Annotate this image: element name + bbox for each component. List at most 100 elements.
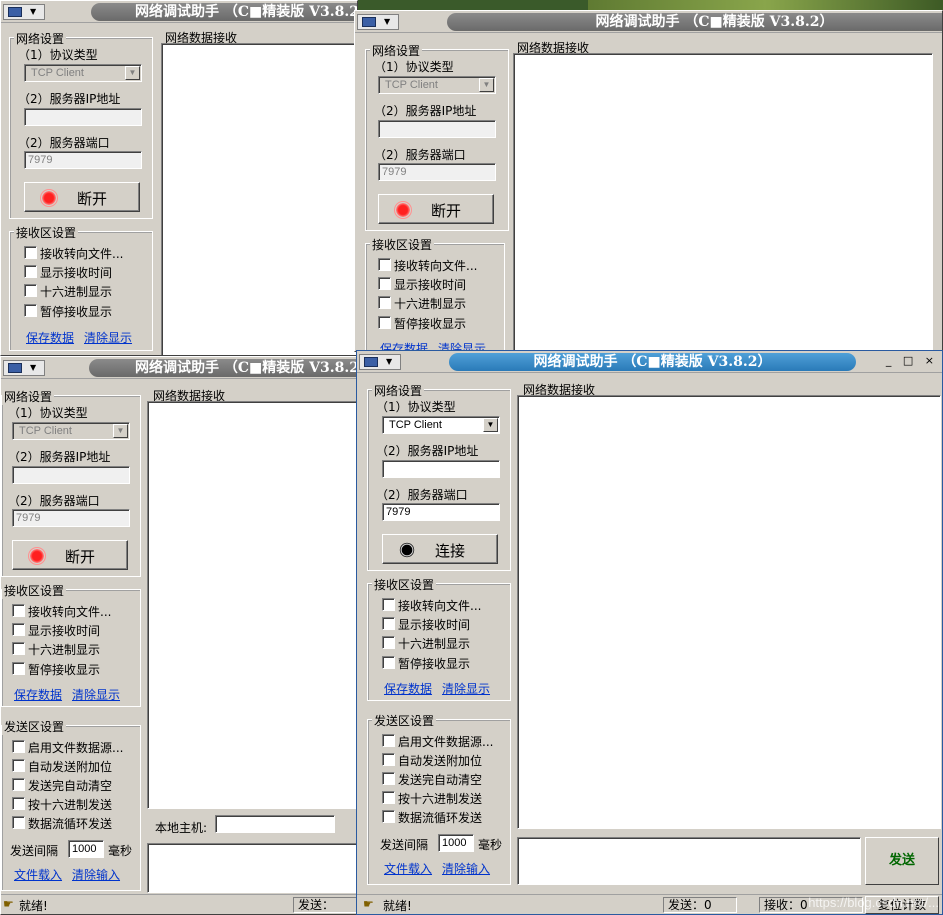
chevron-down-icon: ▼	[384, 17, 391, 26]
checkbox[interactable]	[24, 265, 37, 278]
option-label: 暂停接收显示	[28, 663, 101, 677]
checkbox[interactable]	[382, 636, 395, 649]
protocol-select[interactable]: TCP Client ▼	[12, 422, 130, 440]
window-controls[interactable]: _ □ ×	[886, 354, 938, 367]
option-label: 接收转向文件...	[398, 599, 482, 613]
checkbox[interactable]	[382, 810, 395, 823]
checkbox[interactable]	[24, 246, 37, 259]
net-settings-group: 网络设置 （1）协议类型 TCP Client ▼ （2）服务器IP地址 （2）服…	[365, 42, 509, 231]
protocol-select[interactable]: TCP Client ▼	[378, 76, 496, 94]
computer-icon	[8, 7, 22, 17]
ip-label: （2）服务器IP地址	[18, 92, 121, 106]
save-data-link[interactable]: 保存数据	[384, 680, 432, 697]
clear-display-link[interactable]: 清除显示	[72, 686, 120, 703]
checkbox[interactable]	[378, 296, 391, 309]
clear-display-link[interactable]: 清除显示	[442, 680, 490, 697]
checkbox[interactable]	[382, 656, 395, 669]
port-field[interactable]: 7979	[378, 163, 496, 181]
protocol-label: （1）协议类型	[8, 406, 88, 420]
disconnect-button[interactable]: 断开	[24, 182, 140, 212]
disconnect-button[interactable]: 断开	[12, 540, 128, 570]
local-host-field[interactable]	[215, 815, 335, 833]
system-menu-button[interactable]: ▼	[357, 14, 399, 30]
checkbox[interactable]	[382, 598, 395, 611]
port-label: （2）服务器端口	[376, 488, 468, 502]
port-field[interactable]: 7979	[24, 151, 142, 169]
recv-area[interactable]	[161, 43, 357, 355]
checkbox[interactable]	[12, 662, 25, 675]
group-title: 接收区设置	[14, 224, 79, 241]
chevron-down-icon[interactable]: ▼	[125, 66, 140, 80]
checkbox[interactable]	[24, 284, 37, 297]
send-button[interactable]: 发送	[865, 837, 939, 885]
titlebar[interactable]: ▼ 网络调试助手 （C■精装版 V3.8.2）	[1, 357, 359, 379]
send-area[interactable]	[517, 837, 861, 885]
radio-led-icon	[399, 542, 415, 558]
ip-field[interactable]	[382, 460, 500, 478]
clear-input-link[interactable]: 清除输入	[72, 866, 120, 883]
option-label: 十六进制显示	[40, 285, 113, 299]
checkbox[interactable]	[12, 759, 25, 772]
load-file-link[interactable]: 文件载入	[14, 866, 62, 883]
checkbox[interactable]	[378, 316, 391, 329]
checkbox[interactable]	[382, 772, 395, 785]
checkbox[interactable]	[378, 277, 391, 290]
group-title: 接收区设置	[2, 582, 67, 599]
ip-field[interactable]	[12, 466, 130, 484]
checkbox[interactable]	[12, 740, 25, 753]
button-label: 连接	[435, 542, 466, 560]
group-title: 网络设置	[14, 30, 67, 47]
disconnect-button[interactable]: 断开	[378, 194, 494, 224]
port-field[interactable]: 7979	[12, 509, 130, 527]
checkbox[interactable]	[12, 816, 25, 829]
checkbox[interactable]	[12, 797, 25, 810]
titlebar[interactable]: ▼ 网络调试助手 （C■精装版 V3.8.2） _ □ ×	[357, 351, 942, 373]
save-data-link[interactable]: 保存数据	[26, 329, 74, 346]
option-label: 发送完自动清空	[398, 773, 483, 787]
option-label: 十六进制显示	[394, 297, 467, 311]
interval-field[interactable]: 1000	[68, 840, 104, 858]
chevron-down-icon[interactable]: ▼	[479, 78, 494, 92]
window-title: 网络调试助手 （C■精装版 V3.8.2）	[447, 13, 942, 31]
checkbox[interactable]	[12, 604, 25, 617]
computer-icon	[362, 17, 376, 27]
checkbox[interactable]	[378, 258, 391, 271]
system-menu-button[interactable]: ▼	[359, 354, 401, 370]
option-label: 自动发送附加位	[398, 754, 483, 768]
save-data-link[interactable]: 保存数据	[14, 686, 62, 703]
protocol-select[interactable]: TCP Client ▼	[382, 416, 500, 434]
checkbox[interactable]	[382, 617, 395, 630]
protocol-select[interactable]: TCP Client ▼	[24, 64, 142, 82]
recv-area[interactable]	[147, 401, 359, 809]
connect-button[interactable]: 连接	[382, 534, 498, 564]
ip-field[interactable]	[24, 108, 142, 126]
system-menu-button[interactable]: ▼	[3, 4, 45, 20]
load-file-link[interactable]: 文件载入	[384, 860, 432, 877]
clear-display-link[interactable]: 清除显示	[84, 329, 132, 346]
interval-field[interactable]: 1000	[438, 834, 474, 852]
chevron-down-icon[interactable]: ▼	[483, 418, 498, 432]
protocol-label: （1）协议类型	[18, 48, 98, 62]
checkbox[interactable]	[12, 623, 25, 636]
titlebar[interactable]: ▼ 网络调试助手 （C■精装版 V3.8.2）	[1, 1, 357, 23]
checkbox[interactable]	[382, 791, 395, 804]
clear-input-link[interactable]: 清除输入	[442, 860, 490, 877]
checkbox[interactable]	[12, 778, 25, 791]
recv-area[interactable]	[517, 395, 941, 829]
ip-field[interactable]	[378, 120, 496, 138]
group-title: 网络设置	[2, 388, 55, 405]
send-area[interactable]	[147, 843, 359, 893]
chevron-down-icon[interactable]: ▼	[113, 424, 128, 438]
recv-area[interactable]	[513, 53, 933, 351]
checkbox[interactable]	[24, 304, 37, 317]
button-label: 断开	[77, 190, 108, 208]
port-field[interactable]: 7979	[382, 503, 500, 521]
window-title: 网络调试助手 （C■精装版 V3.8.2）	[91, 3, 357, 21]
local-host-label: 本地主机:	[155, 821, 208, 835]
checkbox[interactable]	[382, 734, 395, 747]
checkbox[interactable]	[12, 642, 25, 655]
checkbox[interactable]	[382, 753, 395, 766]
titlebar[interactable]: ▼ 网络调试助手 （C■精装版 V3.8.2）	[355, 11, 942, 33]
system-menu-button[interactable]: ▼	[3, 360, 45, 376]
group-title: 发送区设置	[2, 718, 67, 735]
